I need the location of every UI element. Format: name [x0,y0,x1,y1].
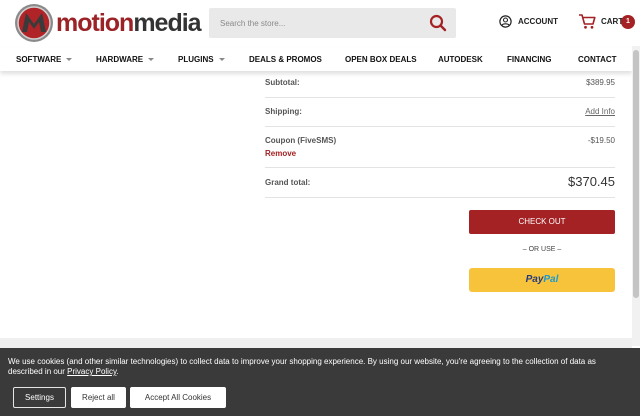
account-link[interactable]: ACCOUNT [499,15,558,28]
nav-item-software[interactable]: SOFTWARE [16,55,73,64]
nav-item-contact[interactable]: CONTACT [578,55,617,64]
cart-icon [579,14,596,29]
search-icon [429,14,447,32]
nav-item-open-box-deals[interactable]: OPEN BOX DEALS [345,55,417,64]
cart-count-badge: 1 [621,15,635,29]
shipping-row: Shipping: Add Info [265,98,615,127]
user-icon [499,15,512,28]
logo-text: motionmedia [56,9,202,37]
shipping-label: Shipping: [265,107,302,116]
order-summary: Subtotal: $389.95 Shipping: Add Info Cou… [265,71,615,198]
main-nav: SOFTWARE HARDWARE PLUGINS DEALS & PROMOS… [0,48,632,71]
paypal-logo-part2: Pal [543,274,559,285]
paypal-logo-part1: Pay [525,274,544,285]
accept-all-cookies-button[interactable]: Accept All Cookies [130,387,226,408]
reject-all-cookies-button[interactable]: Reject all [71,387,126,408]
nav-item-financing[interactable]: FINANCING [507,55,551,64]
privacy-policy-link[interactable]: Privacy Policy [67,367,116,376]
nav-item-autodesk[interactable]: AUTODESK [438,55,483,64]
subtotal-row: Subtotal: $389.95 [265,71,615,98]
add-shipping-info-link[interactable]: Add Info [585,107,615,116]
account-label: ACCOUNT [518,17,558,26]
coupon-label: Coupon (FiveSMS) [265,136,337,145]
logo[interactable]: motionmedia [14,3,202,43]
grand-total-label: Grand total: [265,178,311,187]
chevron-down-icon [218,58,225,62]
nav-item-hardware[interactable]: HARDWARE [96,55,155,64]
grand-total-value: $370.45 [568,174,615,189]
nav-item-plugins[interactable]: PLUGINS [178,55,225,64]
cookie-settings-button[interactable]: Settings [13,387,66,408]
remove-coupon-link[interactable]: Remove [265,149,296,158]
cookie-banner: We use cookies (and other similar techno… [0,348,640,416]
scrollbar-thumb[interactable] [633,50,639,298]
nav-item-deals-promos[interactable]: DEALS & PROMOS [249,55,322,64]
logo-mark-icon [14,3,54,43]
coupon-value: -$19.50 [587,136,615,145]
site-header: motionmedia ACCOUNT CART 1 [0,0,640,46]
cart-link[interactable]: CART 1 [578,13,635,30]
page-scrollbar[interactable] [632,46,640,346]
coupon-row: Coupon (FiveSMS) -$19.50 Remove [265,127,615,168]
grand-total-row: Grand total: $370.45 [265,168,615,198]
chevron-down-icon [66,58,73,62]
subtotal-value: $389.95 [586,78,615,87]
or-use-divider: – OR USE – [522,246,562,253]
cart-label: CART [601,17,624,26]
search-input[interactable] [220,18,420,28]
search-bar [209,8,456,38]
subtotal-label: Subtotal: [265,78,300,87]
cookie-message: We use cookies (and other similar techno… [8,357,596,376]
paypal-button[interactable]: PayPal [469,268,615,292]
search-button[interactable] [429,14,447,32]
chevron-down-icon [148,58,155,62]
checkout-button[interactable]: CHECK OUT [469,210,615,234]
